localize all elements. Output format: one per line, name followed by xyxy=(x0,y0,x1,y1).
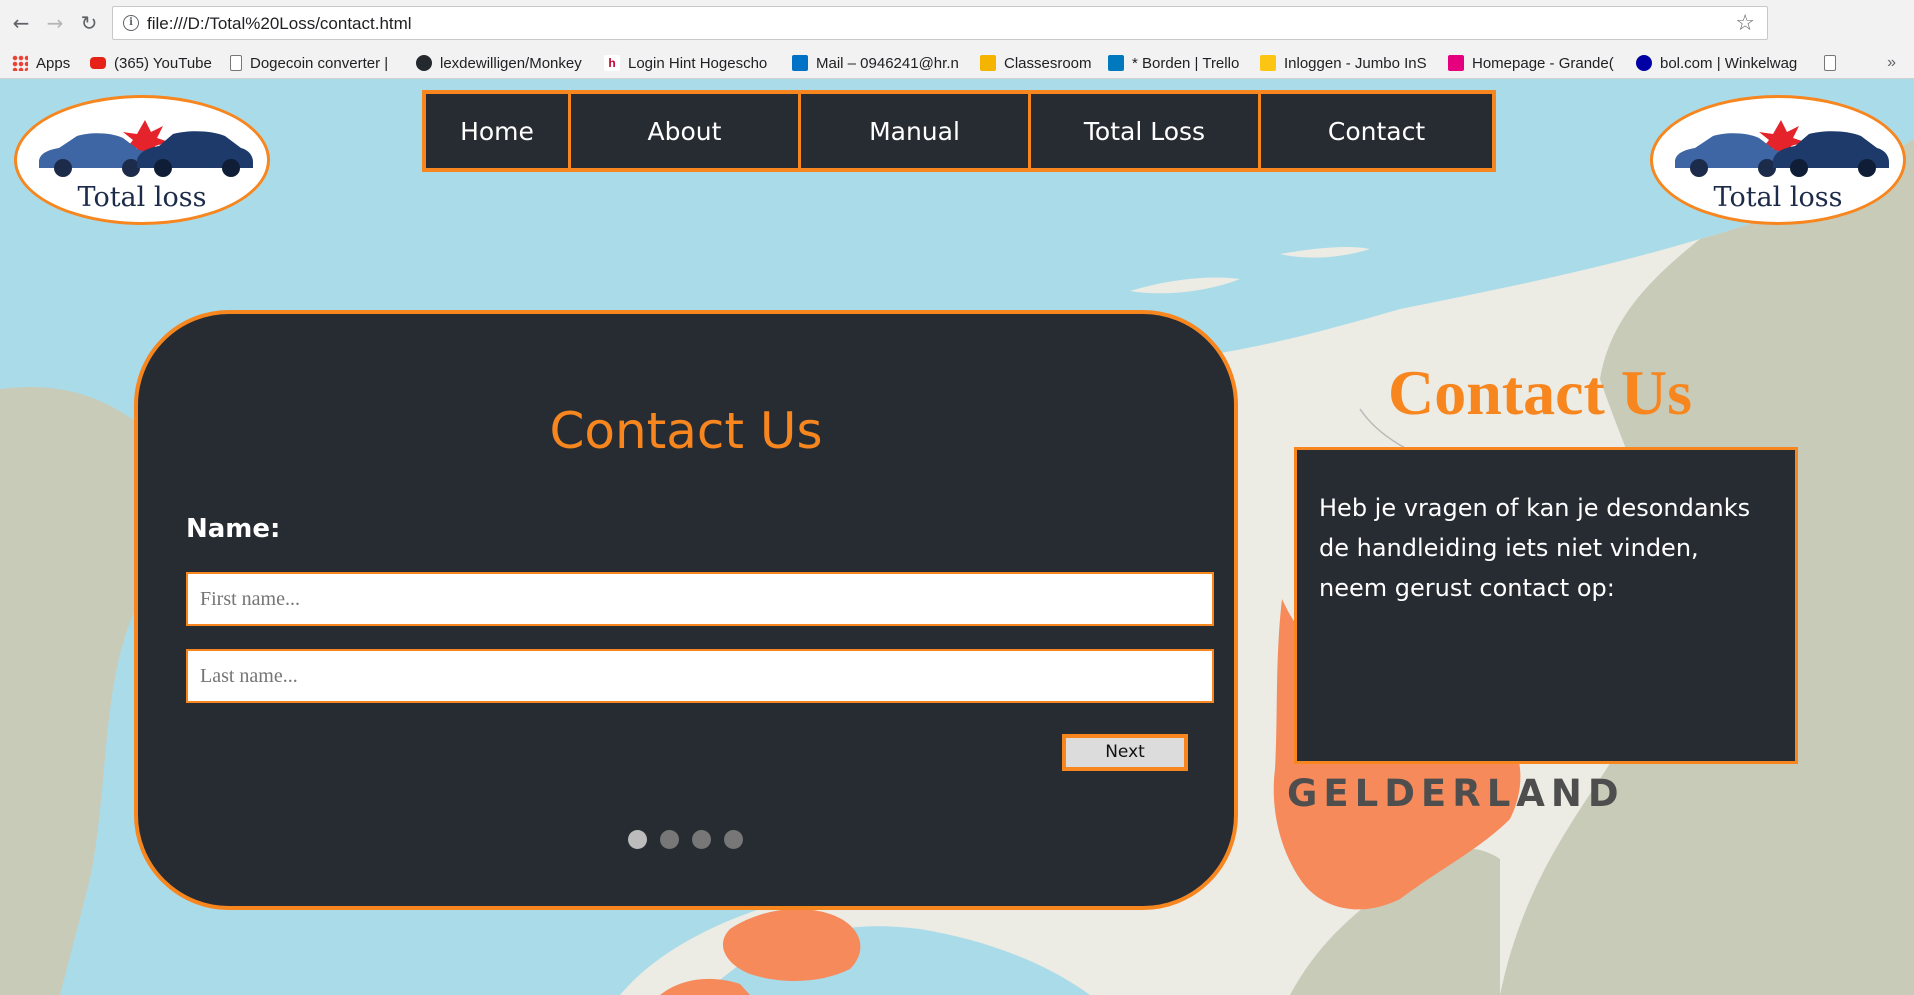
bookmark-label: Inloggen - Jumbo InS xyxy=(1284,54,1427,72)
main-nav: Home About Manual Total Loss Contact xyxy=(422,90,1496,172)
bookmark-apps[interactable]: Apps xyxy=(12,52,70,74)
apps-grid-icon xyxy=(12,55,28,71)
bookmark-page[interactable] xyxy=(1824,52,1844,74)
bookmark-label: Mail – 0946241@hr.n xyxy=(816,54,959,72)
bookmark-github[interactable]: lexdewilligen/Monkey xyxy=(416,52,588,74)
bookmark-label: Login Hint Hogescho xyxy=(628,54,768,72)
bookmark-mail[interactable]: Mail – 0946241@hr.n xyxy=(792,52,962,74)
bookmark-label: (365) YouTube xyxy=(114,54,212,72)
last-name-input[interactable] xyxy=(186,649,1214,703)
bookmark-label: Homepage - Grande( xyxy=(1472,54,1614,72)
address-url[interactable]: file:///D:/Total%20Loss/contact.html xyxy=(147,14,412,34)
bookmark-jumbo[interactable]: Inloggen - Jumbo InS xyxy=(1260,52,1428,74)
logo-text: Total loss xyxy=(1713,182,1843,213)
bookmark-label: * Borden | Trello xyxy=(1132,54,1240,72)
youtube-icon xyxy=(90,57,106,69)
bookmark-label: bol.com | Winkelwag xyxy=(1660,54,1798,72)
reload-icon[interactable]: ↻ xyxy=(76,10,102,36)
contact-info-box: Heb je vragen of kan je desondanks de ha… xyxy=(1294,447,1798,764)
step-dot xyxy=(724,830,743,849)
logo-text: Total loss xyxy=(77,182,207,213)
bookmark-label: Classesroom xyxy=(1004,54,1092,72)
bookmark-hint[interactable]: h Login Hint Hogescho xyxy=(604,52,774,74)
logo[interactable]: Total loss xyxy=(1650,95,1906,225)
browser-toolbar: ← → ↻ i file:///D:/Total%20Loss/contact.… xyxy=(0,0,1914,46)
logo[interactable]: Total loss xyxy=(14,95,270,225)
bookmark-grande[interactable]: Homepage - Grande( xyxy=(1448,52,1620,74)
bookmarks-more-icon[interactable]: » xyxy=(1887,54,1896,72)
next-button[interactable]: Next xyxy=(1062,734,1188,771)
nav-home[interactable]: Home xyxy=(426,94,571,168)
page-content: Total loss Total loss Home About Manual … xyxy=(0,79,1914,995)
star-icon[interactable]: ☆ xyxy=(1735,11,1755,36)
nav-manual[interactable]: Manual xyxy=(801,94,1031,168)
bookmarks-bar: Apps (365) YouTube Dogecoin converter | … xyxy=(0,46,1914,79)
bookmark-label: lexdewilligen/Monkey xyxy=(440,54,582,72)
address-bar[interactable]: i file:///D:/Total%20Loss/contact.html ☆ xyxy=(112,6,1768,40)
bookmark-classroom[interactable]: Classesroom xyxy=(980,52,1092,74)
bookmark-label: Apps xyxy=(36,54,71,72)
hint-icon: h xyxy=(604,55,620,71)
nav-total-loss[interactable]: Total Loss xyxy=(1031,94,1261,168)
sidebar-title: Contact Us xyxy=(1388,357,1692,428)
contact-form-card: Contact Us Name: Next xyxy=(134,310,1238,910)
classroom-icon xyxy=(980,55,996,71)
outlook-icon xyxy=(792,55,808,71)
nav-about[interactable]: About xyxy=(571,94,801,168)
arrow-right-icon[interactable]: → xyxy=(42,10,68,36)
first-name-input[interactable] xyxy=(186,572,1214,626)
step-dot xyxy=(692,830,711,849)
github-icon xyxy=(416,55,432,71)
crashed-cars-icon xyxy=(39,120,253,177)
contact-info-text: Heb je vragen of kan je desondanks de ha… xyxy=(1319,494,1751,602)
step-dot xyxy=(628,830,647,849)
grande-icon xyxy=(1448,55,1464,71)
crashed-cars-icon xyxy=(1675,120,1889,177)
step-dot xyxy=(660,830,679,849)
map-region-label: GELDERLAND xyxy=(1287,772,1625,815)
page-icon xyxy=(230,55,242,71)
jumbo-icon xyxy=(1260,55,1276,71)
bookmark-dogecoin[interactable]: Dogecoin converter | xyxy=(230,52,400,74)
bookmark-label: Dogecoin converter | xyxy=(250,54,389,72)
arrow-left-icon[interactable]: ← xyxy=(8,10,34,36)
nav-contact[interactable]: Contact xyxy=(1261,94,1492,168)
bookmark-trello[interactable]: * Borden | Trello xyxy=(1108,52,1239,74)
form-title: Contact Us xyxy=(549,402,823,460)
trello-icon xyxy=(1108,55,1124,71)
name-label: Name: xyxy=(186,514,281,544)
info-icon[interactable]: i xyxy=(123,15,139,31)
page-icon xyxy=(1824,55,1836,71)
step-indicator xyxy=(628,830,743,849)
bookmark-youtube[interactable]: (365) YouTube xyxy=(90,52,220,74)
bol-icon xyxy=(1636,55,1652,71)
bookmark-bol[interactable]: bol.com | Winkelwag xyxy=(1636,52,1806,74)
